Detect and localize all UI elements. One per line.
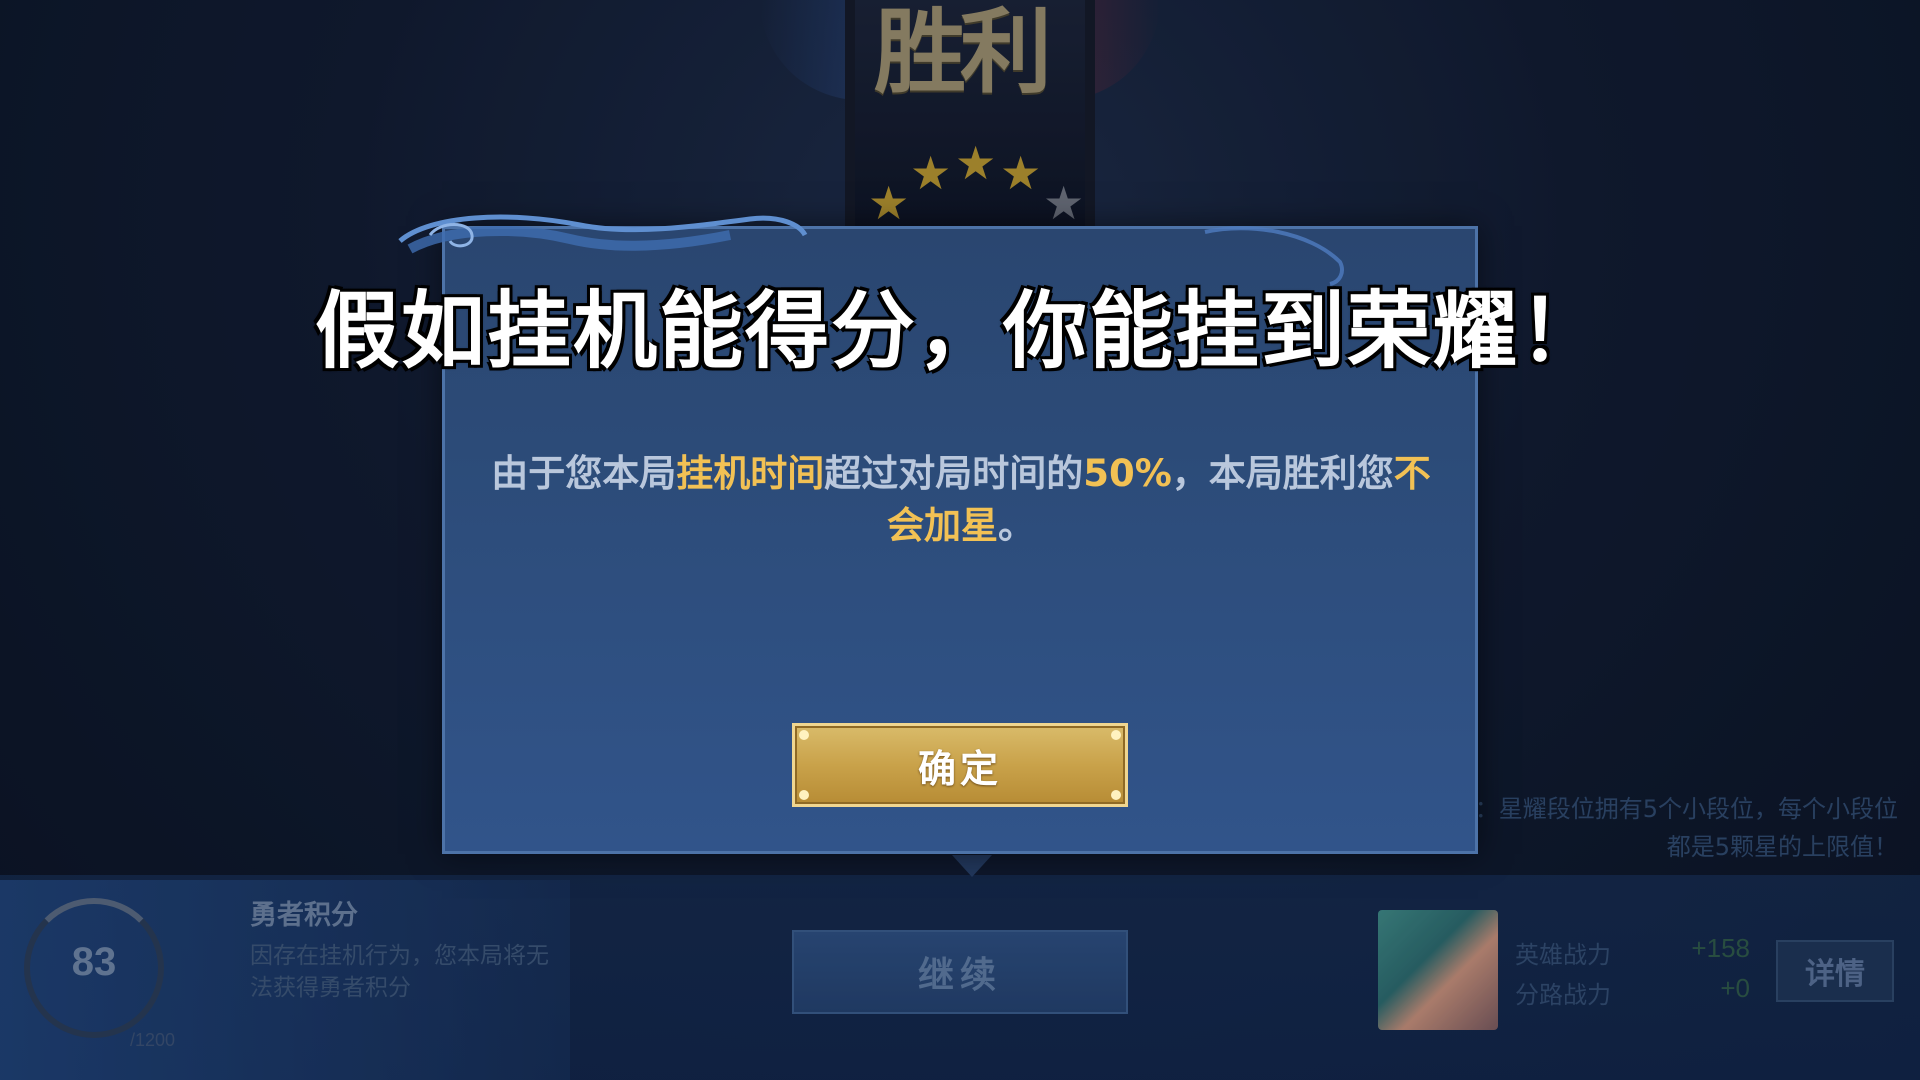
button-corner-ornament — [799, 790, 809, 800]
confirm-button-label: 确定 — [917, 746, 1002, 791]
button-corner-ornament — [1111, 790, 1121, 800]
button-corner-ornament — [799, 730, 809, 740]
message-part: ，本局胜利您 — [1171, 452, 1394, 495]
message-part: 由于您本局 — [491, 452, 677, 495]
message-highlight: 挂机时间 — [676, 452, 825, 495]
message-highlight: 50% — [1083, 452, 1172, 495]
video-caption: 假如挂机能得分，你能挂到荣耀！ — [314, 282, 1605, 380]
message-part: 超过对局时间的 — [824, 452, 1084, 495]
message-part: 。 — [998, 504, 1035, 547]
confirm-button[interactable]: 确定 — [792, 723, 1128, 807]
dialog-message: 由于您本局挂机时间超过对局时间的50%，本局胜利您不会加星。 — [486, 448, 1436, 552]
cloud-swirl-decoration — [398, 214, 808, 254]
button-corner-ornament — [1111, 730, 1121, 740]
